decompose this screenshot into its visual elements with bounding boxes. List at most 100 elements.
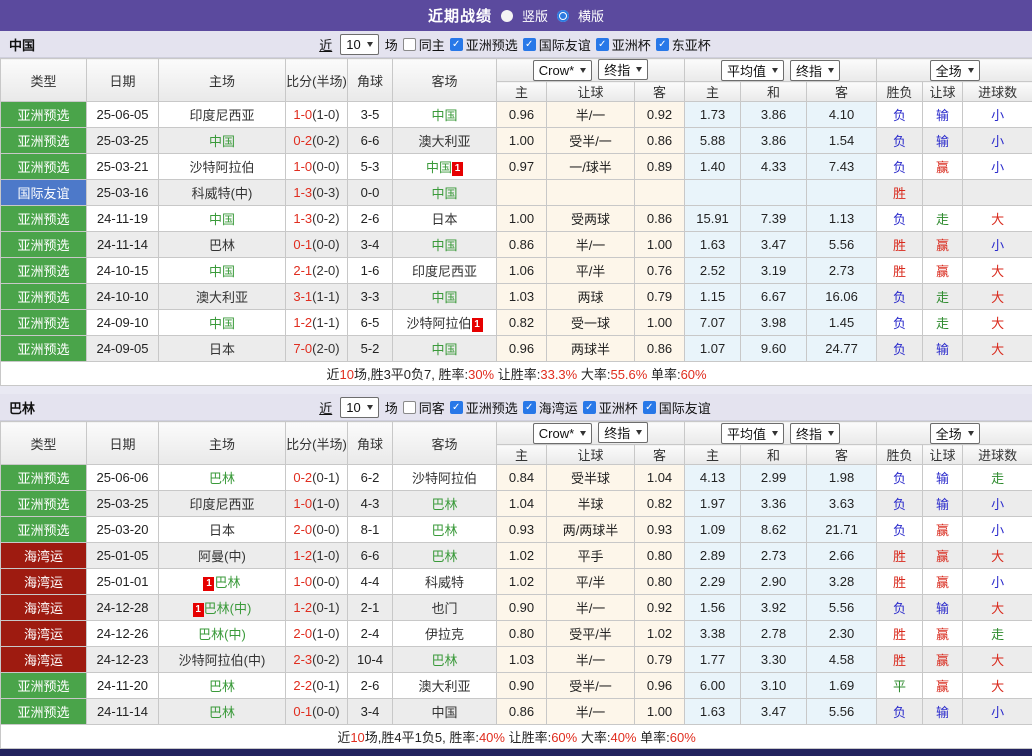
match-row: 亚洲预选25-03-21沙特阿拉伯1-0(0-0)5-3中国10.97一/球半0… (1, 154, 1032, 180)
score-cell: 2-0(1-0) (286, 621, 348, 647)
result-flag: 赢 (923, 647, 963, 673)
league-label: 国际友谊 (539, 35, 591, 54)
period-select[interactable]: 全场 (930, 423, 980, 444)
score-cell: 1-3(0-2) (286, 206, 348, 232)
away-team-name: 澳大利亚 (418, 134, 470, 149)
match-date: 24-12-23 (87, 647, 159, 673)
match-date: 25-06-06 (87, 465, 159, 491)
odds-value: 0.76 (635, 258, 685, 284)
recent-count-select[interactable]: 10 (340, 397, 378, 418)
result-flag: 赢 (923, 543, 963, 569)
score-cell: 2-2(0-1) (286, 673, 348, 699)
away-team-name: 中国 (431, 342, 457, 357)
avg-odds-value: 5.88 (685, 128, 741, 154)
same-venue-checkbox[interactable] (403, 38, 416, 51)
halftime-score: (0-0) (312, 237, 339, 252)
away-team-name: 中国 (431, 290, 457, 305)
away-team: 中国 (393, 284, 497, 310)
halftime-score: (1-1) (312, 289, 339, 304)
col-header: 比分(半场) (286, 59, 348, 102)
league-checkbox[interactable]: ✓ (583, 401, 596, 414)
home-team: 1巴林(中) (159, 595, 286, 621)
title-bar: 近期战绩 竖版 横版 (0, 0, 1032, 31)
result-flag: 走 (923, 206, 963, 232)
odds-value: 1.00 (635, 232, 685, 258)
final-odds-select-2[interactable]: 终指 (790, 423, 840, 444)
odds-value: 0.86 (497, 232, 547, 258)
period-select[interactable]: 全场 (930, 60, 980, 81)
sub-col-header: 让球 (547, 445, 635, 465)
match-type-badge: 国际友谊 (1, 180, 87, 206)
odds-value: 0.89 (635, 154, 685, 180)
odds-value: 1.06 (497, 258, 547, 284)
league-checkbox[interactable]: ✓ (656, 38, 669, 51)
fulltime-score: 7-0 (293, 341, 312, 356)
fulltime-score: 1-2 (293, 600, 312, 615)
match-row: 亚洲预选24-10-15中国2-1(2-0)1-6印度尼西亚1.06平/半0.7… (1, 258, 1032, 284)
final-odds-select[interactable]: 终指 (598, 422, 648, 443)
final-odds-select[interactable]: 终指 (598, 59, 648, 80)
league-checkbox[interactable]: ✓ (450, 401, 463, 414)
home-team-name: 沙特阿拉伯 (189, 160, 254, 175)
bookmaker-select[interactable]: Crow* (533, 60, 592, 81)
avg-odds-value: 2.30 (807, 621, 877, 647)
match-type-badge: 海湾运 (1, 569, 87, 595)
avg-odds-value: 3.86 (741, 102, 807, 128)
recent-count-select[interactable]: 10 (340, 34, 378, 55)
sub-col-header: 主 (497, 82, 547, 102)
sub-col-header: 胜负 (877, 82, 923, 102)
odds-value: 受半/一 (547, 673, 635, 699)
odds-value: 0.93 (497, 517, 547, 543)
period-select-value: 全场 (936, 424, 962, 443)
avg-odds-value: 1.13 (807, 206, 877, 232)
fulltime-score: 0-1 (293, 704, 312, 719)
league-label: 亚洲杯 (612, 35, 651, 54)
halftime-score: (0-1) (312, 470, 339, 485)
result-flag: 胜 (877, 647, 923, 673)
away-team: 巴林 (393, 491, 497, 517)
halftime-score: (1-0) (312, 626, 339, 641)
radio-vertical[interactable] (501, 10, 513, 22)
halftime-score: (1-0) (312, 548, 339, 563)
match-date: 25-01-05 (87, 543, 159, 569)
col-header: 客场 (393, 59, 497, 102)
fulltime-score: 2-0 (293, 626, 312, 641)
avg-odds-value: 1.69 (807, 673, 877, 699)
avg-odds-value: 3.19 (741, 258, 807, 284)
corner-count: 10-4 (348, 647, 393, 673)
league-checkbox[interactable]: ✓ (643, 401, 656, 414)
corner-count: 5-2 (348, 336, 393, 362)
chevron-down-icon (580, 431, 586, 436)
corner-count: 4-4 (348, 569, 393, 595)
odds-value: 1.00 (497, 128, 547, 154)
average-select[interactable]: 平均值 (721, 423, 784, 444)
radio-horizontal[interactable] (557, 10, 569, 22)
league-checkbox[interactable]: ✓ (596, 38, 609, 51)
radio-vertical-label: 竖版 (522, 6, 548, 25)
chevron-down-icon (828, 431, 834, 436)
avg-odds-value: 1.45 (807, 310, 877, 336)
col-header: 日期 (87, 59, 159, 102)
league-checkbox[interactable]: ✓ (523, 401, 536, 414)
result-flag: 大 (963, 336, 1032, 362)
section-gap (0, 386, 1032, 394)
bookmaker-select[interactable]: Crow* (533, 423, 592, 444)
same-venue-checkbox[interactable] (403, 401, 416, 414)
result-flag: 走 (963, 465, 1032, 491)
match-type-badge: 亚洲预选 (1, 284, 87, 310)
odds-value: 1.00 (497, 206, 547, 232)
league-checkbox[interactable]: ✓ (523, 38, 536, 51)
home-team-name: 中国 (209, 134, 235, 149)
match-date: 25-01-01 (87, 569, 159, 595)
final-odds-select-2[interactable]: 终指 (790, 60, 840, 81)
average-select[interactable]: 平均值 (721, 60, 784, 81)
halftime-score: (0-2) (312, 652, 339, 667)
league-checkbox[interactable]: ✓ (450, 38, 463, 51)
match-type-badge: 亚洲预选 (1, 102, 87, 128)
sub-col-header: 客 (635, 82, 685, 102)
summary-stats: 近10场,胜3平0负7, 胜率:30% 让胜率:33.3% 大率:55.6% 单… (1, 362, 1032, 386)
score-cell: 2-3(0-2) (286, 647, 348, 673)
avg-odds-value: 3.38 (685, 621, 741, 647)
odds-value: 0.84 (497, 465, 547, 491)
corner-count: 5-3 (348, 154, 393, 180)
